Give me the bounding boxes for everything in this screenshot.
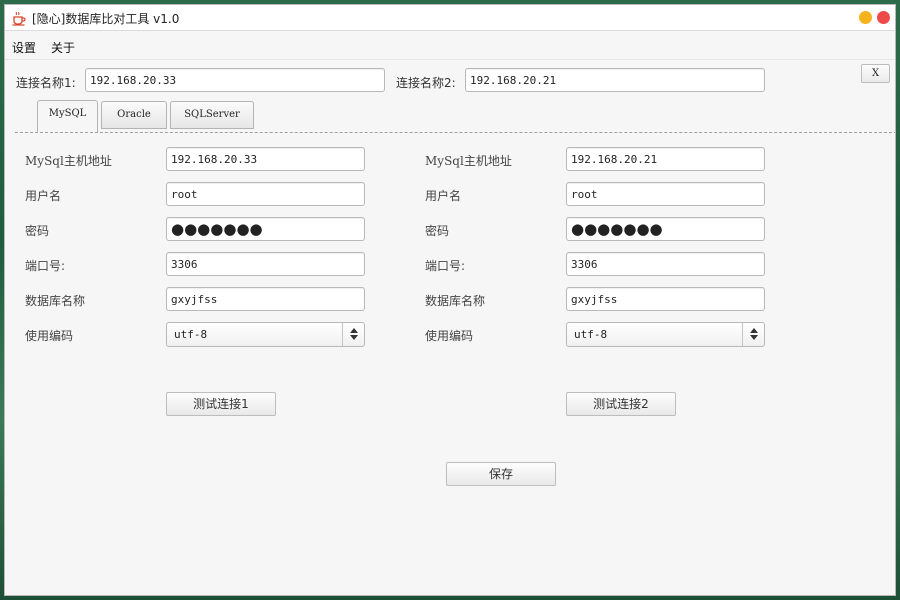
save-button[interactable]: 保存 [446, 462, 556, 486]
test-connection-2-button[interactable]: 测试连接2 [566, 392, 676, 416]
right-port-input[interactable] [566, 252, 765, 276]
connection-name-1-label: 连接名称1: [16, 76, 76, 90]
left-password-input[interactable] [166, 217, 365, 241]
menu-about[interactable]: 关于 [51, 39, 75, 56]
connection-name-2-input[interactable] [465, 68, 765, 92]
right-user-input[interactable] [566, 182, 765, 206]
right-encoding-value: utf-8 [574, 328, 608, 341]
left-db-label: 数据库名称 [25, 294, 86, 308]
window-title: [隐心]数据库比对工具 v1.0 [32, 12, 180, 26]
connection-name-1-input[interactable] [85, 68, 385, 92]
minimize-icon[interactable] [859, 11, 872, 24]
left-encoding-label: 使用编码 [25, 329, 74, 343]
right-password-input[interactable] [566, 217, 765, 241]
menu-settings[interactable]: 设置 [12, 39, 36, 56]
tab-sqlserver[interactable]: SQLServer [170, 101, 254, 129]
spinner-arrows-icon[interactable] [742, 323, 764, 346]
left-port-label: 端口号: [25, 259, 66, 273]
right-host-label: MySql主机地址 [425, 154, 512, 168]
left-encoding-value: utf-8 [174, 328, 208, 341]
right-db-label: 数据库名称 [425, 294, 486, 308]
test-connection-1-button[interactable]: 测试连接1 [166, 392, 276, 416]
right-user-label: 用户名 [425, 189, 462, 203]
coffee-cup-icon [11, 10, 27, 26]
right-password-label: 密码 [425, 224, 450, 238]
right-host-input[interactable] [566, 147, 765, 171]
left-host-label: MySql主机地址 [25, 154, 112, 168]
left-host-input[interactable] [166, 147, 365, 171]
tab-oracle[interactable]: Oracle [101, 101, 167, 129]
left-user-input[interactable] [166, 182, 365, 206]
right-port-label: 端口号: [425, 259, 466, 273]
connection-name-2-label: 连接名称2: [396, 76, 456, 90]
tab-mysql[interactable]: MySQL [37, 100, 98, 133]
left-user-label: 用户名 [25, 189, 62, 203]
close-icon[interactable] [877, 11, 890, 24]
left-port-input[interactable] [166, 252, 365, 276]
right-encoding-select[interactable]: utf-8 [566, 322, 765, 347]
right-db-input[interactable] [566, 287, 765, 311]
menu-bar: 设置 关于 [5, 32, 895, 60]
app-window: [隐心]数据库比对工具 v1.0 设置 关于 连接名称1: 连接名称2: X M… [4, 4, 896, 596]
left-encoding-select[interactable]: utf-8 [166, 322, 365, 347]
right-encoding-label: 使用编码 [425, 329, 474, 343]
spinner-arrows-icon[interactable] [342, 323, 364, 346]
title-bar: [隐心]数据库比对工具 v1.0 [5, 5, 895, 31]
tab-divider [15, 132, 895, 133]
close-connection-button[interactable]: X [861, 64, 890, 83]
left-password-label: 密码 [25, 224, 50, 238]
left-db-input[interactable] [166, 287, 365, 311]
